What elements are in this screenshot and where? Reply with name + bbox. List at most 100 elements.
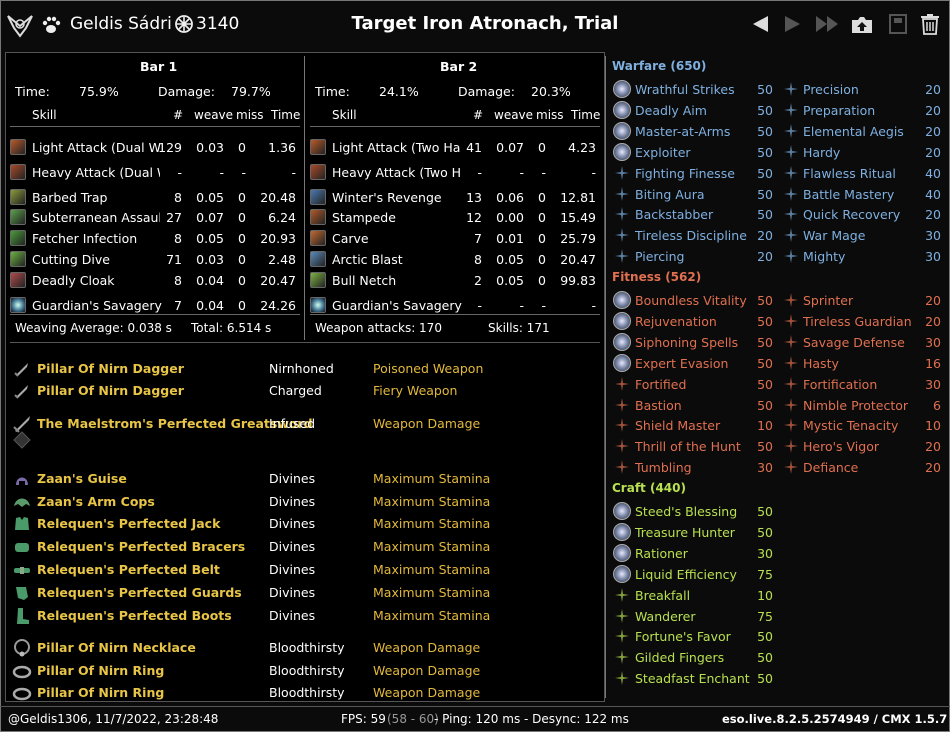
cp-star-icon (615, 376, 629, 391)
cp-slotted-star-icon (613, 291, 631, 309)
delete-button[interactable] (918, 12, 942, 36)
skill-miss: 0 (238, 140, 246, 155)
cp-star-icon (615, 186, 629, 201)
cp-passive-name: Tireless Guardian (803, 313, 912, 329)
skill-miss: 0 (538, 273, 546, 288)
skill-name: Light Attack (Two Han (332, 140, 460, 155)
prev-fight-button[interactable] (750, 12, 770, 36)
cp-star-icon (615, 439, 629, 454)
upload-button[interactable] (850, 12, 874, 36)
cp-passive-value: 20 (925, 207, 941, 223)
skill-name: Bull Netch (332, 273, 397, 288)
equipment-name: Pillar Of Nirn Dagger (37, 383, 184, 398)
status-bar: @Geldis1306, 11/7/2022, 23:28:48 FPS: 59… (0, 706, 950, 732)
bar-1-col-time: Time (271, 108, 301, 122)
chest-icon (15, 517, 29, 530)
cp-star-value: 75 (757, 566, 773, 582)
skill-icon (10, 251, 26, 267)
equipment-trait: Bloodthirsty (269, 685, 345, 700)
equipment-trait: Divines (269, 562, 316, 577)
belt-icon (14, 567, 30, 574)
skill-name: Barbed Trap (32, 190, 108, 205)
cp-star-value: 50 (757, 165, 773, 181)
equipment-name: Relequen's Perfected Guards (37, 585, 242, 600)
cp-passive-name: Battle Mastery (803, 186, 895, 202)
skill-icon (310, 230, 326, 246)
cp-passive-star-icon (784, 207, 798, 222)
next-fight-button[interactable] (783, 12, 803, 36)
cp-star-name: Master-at-Arms (635, 123, 731, 139)
bar-divider (304, 56, 305, 340)
save-button[interactable] (886, 12, 910, 36)
bar-2-damage-value: 20.3% (531, 84, 571, 99)
champion-points-icon (175, 15, 193, 33)
skill-miss: - (541, 165, 546, 180)
equipment-trait: Infused (269, 416, 316, 431)
cp-slotted-star-icon (613, 121, 631, 140)
cp-passive-value: 40 (925, 186, 941, 202)
cp-star-value: 50 (757, 207, 773, 223)
cp-star-name: Rationer (635, 545, 688, 561)
race-paw-icon (42, 16, 61, 33)
last-fight-button[interactable] (814, 12, 842, 36)
equipment-enchant: Maximum Stamina (373, 585, 491, 600)
section-divider (10, 342, 600, 343)
skill-time: 20.47 (260, 273, 296, 288)
cp-star-name: Piercing (635, 249, 685, 265)
boots-icon (17, 608, 29, 624)
cp-star-name: Boundless Vitality (635, 293, 747, 308)
ultimate-time: 24.26 (260, 298, 296, 313)
skill-count: 27 (166, 210, 182, 225)
skill-count: 8 (174, 273, 182, 288)
skill-count: 71 (166, 252, 182, 267)
ultimate-miss: 0 (238, 298, 246, 313)
cp-star-name: Bastion (635, 397, 682, 413)
bar-1-weaving-average: Weaving Average: 0.038 s (15, 321, 172, 335)
cp-passive-star-icon (784, 439, 798, 454)
cp-star-icon (615, 608, 629, 623)
skill-time: 4.23 (568, 140, 596, 155)
cp-star-value: 50 (757, 355, 773, 371)
bar-1-col-count: # (173, 108, 184, 122)
skill-icon (10, 272, 26, 288)
cp-passive-star-icon (784, 249, 798, 264)
ring-icon (12, 687, 32, 701)
cp-passive-value: 40 (925, 165, 941, 181)
skill-time: 25.79 (560, 231, 596, 246)
bracers-icon (15, 543, 29, 552)
equipment-enchant: Maximum Stamina (373, 539, 491, 554)
cp-passive-star-icon (784, 144, 798, 159)
bar-2-damage-label: Damage: (458, 84, 515, 99)
skill-name: Heavy Attack (Dual Wi (32, 165, 160, 180)
cp-passive-name: War Mage (803, 228, 866, 244)
cp-star-name: Biting Aura (635, 186, 705, 202)
cp-star-value: 10 (757, 587, 773, 603)
bar-2-time-value: 24.1% (379, 84, 419, 99)
equipment-name: Relequen's Perfected Bracers (37, 539, 246, 554)
bar-1-footer-line (10, 314, 300, 315)
cp-star-value: 50 (757, 82, 773, 97)
cp-star-name: Fighting Finesse (635, 165, 735, 181)
cp-slotted-star-icon (613, 142, 631, 161)
cp-passive-name: Mighty (803, 249, 846, 265)
skill-name: Cutting Dive (32, 252, 110, 267)
cp-star-value: 75 (757, 608, 773, 624)
cp-passive-name: Hardy (803, 144, 841, 160)
cp-star-icon (615, 207, 629, 222)
footer-fps-range: (58 - 60) (387, 712, 439, 726)
cp-fitness-title: Fitness (562) (612, 270, 702, 284)
cp-star-value: 50 (757, 397, 773, 413)
champion-points-value: 3140 (196, 14, 240, 34)
cp-star-name: Thrill of the Hunt (635, 439, 741, 455)
equipment-trait: Divines (269, 585, 316, 600)
cp-slotted-star-icon (613, 543, 631, 562)
cp-star-icon (615, 418, 629, 433)
cp-passive-star-icon (784, 397, 798, 412)
equipment-trait: Bloodthirsty (269, 663, 345, 678)
cp-star-value: 20 (757, 228, 773, 244)
equipment-enchant: Fiery Weapon (373, 383, 458, 398)
cp-passive-name: Fortification (803, 376, 878, 392)
cp-passive-star-icon (784, 334, 798, 349)
skill-time: 12.81 (560, 190, 596, 205)
skill-miss: - (241, 165, 246, 180)
